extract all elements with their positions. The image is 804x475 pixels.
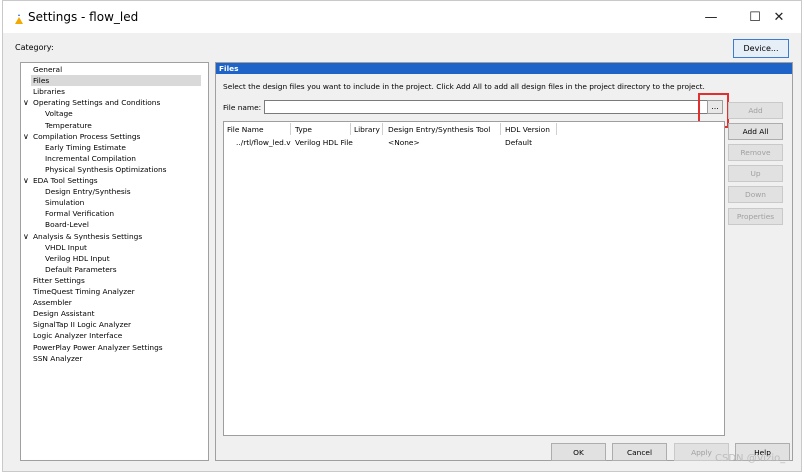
- tree-item-label: Temperature: [45, 120, 92, 130]
- tree-item[interactable]: Analysis & Synthesis Settings: [33, 231, 142, 242]
- tree-item-label: Simulation: [45, 198, 85, 208]
- column-header-tool[interactable]: Design Entry/Synthesis Tool: [388, 125, 490, 134]
- tree-item-label: EDA Tool Settings: [33, 176, 98, 185]
- column-separator: [382, 123, 383, 135]
- tree-item-label: Operating Settings and Conditions: [33, 98, 161, 108]
- tree-item-label: PowerPlay Power Analyzer Settings: [33, 342, 163, 352]
- tree-item[interactable]: Logic Analyzer Interface: [33, 330, 122, 341]
- column-separator: [500, 123, 501, 135]
- tree-item[interactable]: Physical Synthesis Optimizations: [45, 164, 167, 175]
- properties-button[interactable]: Properties: [728, 208, 783, 225]
- tree-item[interactable]: VHDL Input: [45, 242, 87, 253]
- tree-item-label: SignalTap II Logic Analyzer: [33, 320, 132, 330]
- cell-hdl-version[interactable]: Default: [505, 138, 532, 147]
- ok-button[interactable]: OK: [551, 443, 606, 461]
- tree-item-label: Physical Synthesis Optimizations: [45, 164, 167, 174]
- tree-item[interactable]: Incremental Compilation: [45, 153, 136, 164]
- panel-description: Select the design files you want to incl…: [223, 82, 705, 91]
- column-separator: [290, 123, 291, 135]
- tree-item[interactable]: Default Parameters: [45, 264, 117, 275]
- minimize-button[interactable]: —: [689, 1, 733, 33]
- tree-item-label: Voltage: [45, 109, 73, 119]
- tree-item[interactable]: Libraries: [33, 86, 65, 97]
- chevron-down-icon[interactable]: ∨: [23, 231, 29, 242]
- tree-item-label: Files: [33, 76, 50, 86]
- tree-item[interactable]: Board-Level: [45, 219, 89, 230]
- device-button[interactable]: Device...: [733, 39, 789, 58]
- tree-item[interactable]: SignalTap II Logic Analyzer: [33, 319, 131, 330]
- chevron-down-icon[interactable]: ∨: [23, 131, 29, 142]
- tree-item-label: TimeQuest Timing Analyzer: [33, 287, 135, 296]
- tree-item-label: SSN Analyzer: [33, 353, 83, 363]
- tree-item-label: Design Entry/Synthesis: [45, 187, 131, 197]
- tree-item[interactable]: Fitter Settings: [33, 275, 85, 286]
- down-button[interactable]: Down: [728, 186, 783, 203]
- tree-item[interactable]: SSN Analyzer: [33, 353, 82, 364]
- tree-item-label: VHDL Input: [45, 242, 87, 252]
- tree-item-label: Compilation Process Settings: [33, 131, 141, 141]
- add-button[interactable]: Add: [728, 102, 783, 119]
- tree-item-label: Logic Analyzer Interface: [33, 331, 123, 341]
- tree-item[interactable]: TimeQuest Timing Analyzer: [33, 286, 135, 297]
- column-header-file-name[interactable]: File Name: [227, 125, 264, 134]
- minimize-icon: —: [704, 9, 718, 25]
- close-button[interactable]: ✕: [757, 1, 801, 33]
- tree-item[interactable]: Design Assistant: [33, 308, 95, 319]
- tree-item-label: Incremental Compilation: [45, 153, 136, 163]
- tree-item[interactable]: Operating Settings and Conditions: [33, 97, 160, 108]
- tree-item[interactable]: Compilation Process Settings: [33, 131, 140, 142]
- tree-item-label: Assembler: [33, 298, 72, 308]
- column-header-hdl-version[interactable]: HDL Version: [505, 125, 550, 134]
- tree-item-label: Verilog HDL Input: [45, 253, 110, 263]
- tree-item-label: Fitter Settings: [33, 275, 85, 285]
- app-icon: [15, 14, 23, 24]
- close-icon: ✕: [773, 9, 785, 25]
- remove-button[interactable]: Remove: [728, 144, 783, 161]
- tree-item-label: Formal Verification: [45, 209, 115, 219]
- tree-item[interactable]: Formal Verification: [45, 208, 114, 219]
- tree-item-label: Libraries: [33, 87, 65, 97]
- tree-item[interactable]: Temperature: [45, 120, 92, 131]
- cell-type[interactable]: Verilog HDL File: [295, 138, 353, 147]
- tree-item-label: Early Timing Estimate: [45, 142, 126, 152]
- up-button[interactable]: Up: [728, 165, 783, 182]
- tree-item-label: Default Parameters: [45, 264, 117, 274]
- category-label: Category:: [15, 43, 54, 52]
- tree-item-label: General: [33, 65, 63, 74]
- tree-item[interactable]: EDA Tool Settings: [33, 175, 98, 186]
- title-bar: Settings - flow_led — ☐ ✕: [3, 1, 801, 33]
- chevron-down-icon[interactable]: ∨: [23, 97, 29, 108]
- tree-item[interactable]: PowerPlay Power Analyzer Settings: [33, 342, 163, 353]
- column-header-type[interactable]: Type: [295, 125, 312, 134]
- tree-item[interactable]: Simulation: [45, 197, 84, 208]
- tree-item[interactable]: Verilog HDL Input: [45, 253, 110, 264]
- cell-file-name[interactable]: ../rtl/flow_led.v: [236, 138, 291, 147]
- tree-item[interactable]: Early Timing Estimate: [45, 142, 126, 153]
- tree-item-label: Design Assistant: [33, 309, 95, 319]
- tree-item[interactable]: Voltage: [45, 108, 73, 119]
- tree-item-label: Board-Level: [45, 220, 89, 230]
- files-panel: Files Select the design files you want t…: [215, 62, 793, 461]
- watermark-text: CSDN @Vizio_: [715, 453, 786, 464]
- settings-window: Settings - flow_led — ☐ ✕ Category: Devi…: [2, 0, 802, 472]
- tree-item[interactable]: General: [33, 64, 62, 75]
- tree-item-label: Analysis & Synthesis Settings: [33, 231, 143, 241]
- column-header-library[interactable]: Library: [354, 125, 380, 134]
- tree-item[interactable]: Assembler: [33, 297, 72, 308]
- tree-item[interactable]: Design Entry/Synthesis: [45, 186, 131, 197]
- chevron-down-icon[interactable]: ∨: [23, 175, 29, 186]
- file-list[interactable]: File Name Type Library Design Entry/Synt…: [223, 121, 725, 436]
- panel-header: Files: [216, 63, 792, 74]
- cell-tool[interactable]: <None>: [388, 138, 420, 147]
- file-name-label: File name:: [223, 103, 262, 112]
- cancel-button[interactable]: Cancel: [612, 443, 667, 461]
- window-title: Settings - flow_led: [28, 10, 139, 24]
- tree-item[interactable]: Files: [31, 75, 201, 87]
- column-separator: [350, 123, 351, 135]
- file-name-input[interactable]: [264, 100, 718, 114]
- column-separator: [556, 123, 557, 135]
- add-all-button[interactable]: Add All: [728, 123, 783, 140]
- category-tree[interactable]: General Files Libraries Operating Settings …: [20, 62, 209, 461]
